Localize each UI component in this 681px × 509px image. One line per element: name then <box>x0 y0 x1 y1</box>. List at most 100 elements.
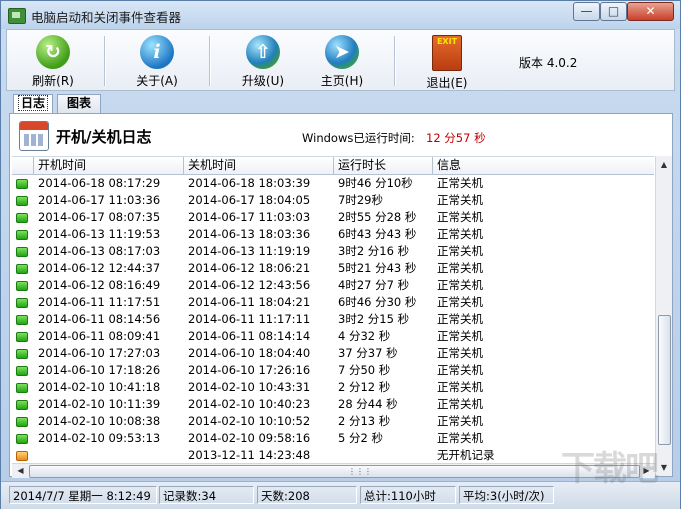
status-days: 天数:208 <box>257 486 357 504</box>
info-icon: i <box>140 35 174 69</box>
home-button[interactable]: ➤ 主页(H) <box>310 34 374 88</box>
column-header-end[interactable]: 关机时间 <box>184 157 334 174</box>
table-row[interactable]: 2014-06-17 11:03:36 2014-06-17 18:04:05 7时… <box>12 192 654 209</box>
end-time-cell: 2014-06-13 18:03:36 <box>188 227 311 241</box>
close-button[interactable]: ✕ <box>627 2 674 21</box>
end-time-cell: 2014-06-12 12:43:56 <box>188 278 311 292</box>
table-row[interactable]: 2014-02-10 10:41:18 2014-02-10 10:43:31 2 … <box>12 379 654 396</box>
duration-cell: 6时46 分30 秒 <box>338 295 417 309</box>
table-row[interactable]: 2014-06-13 11:19:53 2014-06-13 18:03:36 6时… <box>12 226 654 243</box>
upgrade-button[interactable]: ⇧ 升级(U) <box>231 34 295 88</box>
start-time-cell: 2014-06-12 12:44:37 <box>38 261 161 275</box>
about-label: 关于(A) <box>136 74 178 88</box>
status-green-icon <box>16 179 28 189</box>
status-green-icon <box>16 264 28 274</box>
table-row[interactable]: 2014-06-13 08:17:03 2014-06-13 11:19:19 3时… <box>12 243 654 260</box>
table-row[interactable]: 2014-02-10 10:08:38 2014-02-10 10:10:52 2 … <box>12 413 654 430</box>
start-time-cell: 2014-06-11 08:09:41 <box>38 329 161 343</box>
maximize-button[interactable]: □ <box>600 2 627 21</box>
tab-chart-label: 图表 <box>66 96 91 110</box>
table-row[interactable]: 2014-06-11 11:17:51 2014-06-11 18:04:21 6时… <box>12 294 654 311</box>
refresh-icon: ↻ <box>36 35 70 69</box>
status-green-icon <box>16 349 28 359</box>
status-green-icon <box>16 281 28 291</box>
column-header-duration[interactable]: 运行时长 <box>334 157 433 174</box>
scroll-left-arrow-icon[interactable]: ◀ <box>12 464 29 478</box>
scroll-up-arrow-icon[interactable]: ▲ <box>656 156 672 173</box>
info-cell: 正常关机 <box>437 227 483 241</box>
runtime-label: Windows已运行时间: <box>302 131 415 145</box>
panel-title: 开机/关机日志 <box>56 128 152 146</box>
end-time-cell: 2014-06-17 18:04:05 <box>188 193 311 207</box>
info-cell: 正常关机 <box>437 261 483 275</box>
info-cell: 正常关机 <box>437 193 483 207</box>
close-icon: ✕ <box>645 4 656 18</box>
status-green-icon <box>16 332 28 342</box>
table-row[interactable]: 2013-12-11 14:23:48 无开机记录 <box>12 447 654 464</box>
duration-cell: 7时29秒 <box>338 193 383 207</box>
column-header-flag[interactable] <box>12 157 34 174</box>
status-green-icon <box>16 230 28 240</box>
app-icon <box>8 8 26 24</box>
duration-cell: 2 分12 秒 <box>338 380 391 394</box>
horizontal-scroll-thumb[interactable]: ⋮⋮⋮ <box>29 465 640 478</box>
info-cell: 正常关机 <box>437 363 483 377</box>
title-bar[interactable]: 电脑启动和关闭事件查看器 — □ ✕ <box>1 1 680 29</box>
tab-log[interactable]: 日志 <box>13 94 53 113</box>
table-row[interactable]: 2014-06-17 08:07:35 2014-06-17 11:03:03 2时… <box>12 209 654 226</box>
exit-label: 退出(E) <box>426 76 468 90</box>
calendar-icon <box>19 121 49 151</box>
status-average: 平均:3(小时/次) <box>459 486 554 504</box>
scroll-down-arrow-icon[interactable]: ▼ <box>656 459 672 476</box>
minimize-button[interactable]: — <box>573 2 600 21</box>
table-row[interactable]: 2014-02-10 10:11:39 2014-02-10 10:40:23 28… <box>12 396 654 413</box>
table-row[interactable]: 2014-02-10 09:53:13 2014-02-10 09:58:16 5 … <box>12 430 654 447</box>
info-cell: 正常关机 <box>437 380 483 394</box>
start-time-cell: 2014-06-10 17:18:26 <box>38 363 161 377</box>
version-label: 版本 4.0.2 <box>519 56 578 70</box>
status-green-icon <box>16 383 28 393</box>
duration-cell: 5时21 分43 秒 <box>338 261 417 275</box>
table-row[interactable]: 2014-06-10 17:27:03 2014-06-10 18:04:40 37… <box>12 345 654 362</box>
table-row[interactable]: 2014-06-12 08:16:49 2014-06-12 12:43:56 4时… <box>12 277 654 294</box>
end-time-cell: 2014-06-11 11:17:11 <box>188 312 311 326</box>
toolbar: ↻ 刷新(R) i 关于(A) ⇧ 升级(U) ➤ 主页(H) EXIT 退出(… <box>6 29 675 91</box>
end-time-cell: 2014-06-13 11:19:19 <box>188 244 311 258</box>
column-header-info[interactable]: 信息 <box>433 157 654 174</box>
info-cell: 正常关机 <box>437 244 483 258</box>
end-time-cell: 2014-06-10 17:26:16 <box>188 363 311 377</box>
info-cell: 正常关机 <box>437 312 483 326</box>
about-button[interactable]: i 关于(A) <box>125 34 189 88</box>
window-title: 电脑启动和关闭事件查看器 <box>31 10 182 25</box>
duration-cell: 9时46 分10秒 <box>338 176 413 190</box>
watermark-logo: 下载吧 <box>561 449 659 489</box>
toolbar-separator <box>394 36 396 86</box>
status-green-icon <box>16 434 28 444</box>
horizontal-scrollbar[interactable]: ◀ ⋮⋮⋮ ▶ <box>12 463 655 478</box>
status-green-icon <box>16 366 28 376</box>
runtime-value: 12 分57 秒 <box>426 131 486 145</box>
grip-icon: ⋮⋮⋮ <box>348 467 372 476</box>
log-table[interactable]: 开机时间 关机时间 运行时长 信息 2014-06-18 08:17:29 201… <box>12 156 654 464</box>
table-row[interactable]: 2014-06-12 12:44:37 2014-06-12 18:06:21 5时… <box>12 260 654 277</box>
vertical-scroll-thumb[interactable] <box>658 315 671 445</box>
table-header: 开机时间 关机时间 运行时长 信息 <box>12 157 654 175</box>
exit-door-icon: EXIT <box>432 35 462 71</box>
info-cell: 正常关机 <box>437 346 483 360</box>
duration-cell: 4时27 分7 秒 <box>338 278 410 292</box>
end-time-cell: 2013-12-11 14:23:48 <box>188 448 311 462</box>
vertical-scrollbar[interactable]: ▲ ▼ <box>655 156 672 476</box>
end-time-cell: 2014-06-10 18:04:40 <box>188 346 311 360</box>
duration-cell: 37 分37 秒 <box>338 346 398 360</box>
column-header-start[interactable]: 开机时间 <box>34 157 184 174</box>
exit-button[interactable]: EXIT 退出(E) <box>415 34 479 90</box>
table-row[interactable]: 2014-06-11 08:09:41 2014-06-11 08:14:14 4 … <box>12 328 654 345</box>
refresh-button[interactable]: ↻ 刷新(R) <box>21 34 85 88</box>
table-row[interactable]: 2014-06-11 08:14:56 2014-06-11 11:17:11 3时… <box>12 311 654 328</box>
duration-cell <box>334 447 433 464</box>
duration-cell: 4 分32 秒 <box>338 329 391 343</box>
table-row[interactable]: 2014-06-10 17:18:26 2014-06-10 17:26:16 7 … <box>12 362 654 379</box>
table-row[interactable]: 2014-06-18 08:17:29 2014-06-18 18:03:39 9时… <box>12 175 654 192</box>
tab-chart[interactable]: 图表 <box>57 94 101 113</box>
start-time-cell: 2014-06-12 08:16:49 <box>38 278 161 292</box>
